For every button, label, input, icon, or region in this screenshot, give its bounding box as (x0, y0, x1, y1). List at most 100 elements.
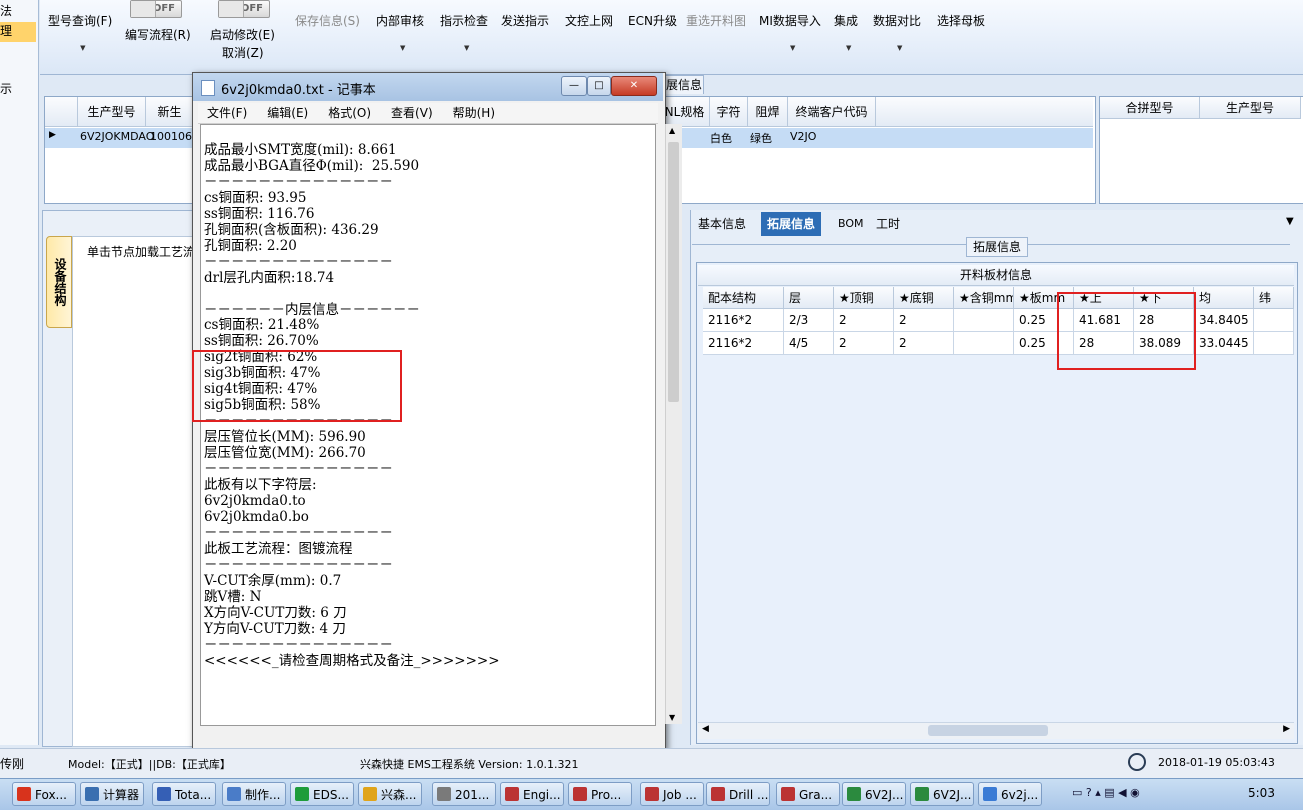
toolbar-button[interactable]: 编写流程(R) (125, 26, 191, 43)
section-label: 拓展信息 (966, 237, 1028, 257)
menu-item[interactable]: 查看(V) (391, 106, 433, 120)
table-cell[interactable]: 2/3 (784, 309, 834, 332)
column-header[interactable]: 生产型号 (78, 97, 146, 127)
taskbar-clock[interactable]: 5:03 (1248, 786, 1275, 800)
menu-item[interactable]: 格式(O) (328, 106, 371, 120)
column-header[interactable]: 纬 (1254, 287, 1294, 309)
column-header[interactable]: 均 (1194, 287, 1254, 309)
table-cell[interactable] (1254, 332, 1294, 355)
dropdown-arrow-icon[interactable]: ▼ (897, 44, 902, 52)
column-header[interactable]: 字符 (710, 97, 748, 127)
tab-bom[interactable]: BOM (832, 212, 870, 236)
table-cell[interactable] (954, 332, 1014, 355)
scroll-thumb[interactable] (668, 142, 679, 402)
table-cell[interactable]: 2 (834, 309, 894, 332)
column-header[interactable]: 配本结构 (703, 287, 784, 309)
column-header[interactable]: 生产型号 (1200, 97, 1301, 119)
dropdown-arrow-icon[interactable]: ▼ (464, 44, 469, 52)
toolbar-button[interactable]: 保存信息(S) (295, 12, 360, 29)
scroll-left-icon[interactable]: ◀ (702, 724, 709, 734)
taskbar-button[interactable]: EDS... (290, 782, 354, 806)
h-scrollbar[interactable]: ◀ ▶ (698, 722, 1294, 739)
dropdown-arrow-icon[interactable]: ▼ (80, 44, 85, 52)
toolbar-button[interactable]: 集成 ▼ (834, 12, 858, 52)
tab-ext-info[interactable]: 拓展信息 (761, 212, 822, 236)
left-nav-item[interactable]: 法 (0, 2, 12, 19)
column-header[interactable]: ★含铜mm (954, 287, 1014, 309)
taskbar-button[interactable]: Pro... (568, 782, 632, 806)
taskbar-button[interactable]: 制作... (222, 782, 286, 806)
table-cell[interactable]: 33.0445 (1194, 332, 1254, 355)
app-icon (85, 787, 99, 801)
taskbar-button[interactable]: Job ... (640, 782, 704, 806)
table-cell[interactable]: 2 (834, 332, 894, 355)
start-modify-toggle[interactable]: OFF (218, 0, 270, 18)
taskbar-button[interactable]: Engi... (500, 782, 564, 806)
column-header[interactable]: ★顶铜 (834, 287, 894, 309)
table-cell[interactable]: 2116*2 (703, 332, 784, 355)
column-header[interactable]: 终端客户代码 (788, 97, 876, 127)
toolbar-button[interactable]: 文控上网 (565, 12, 613, 29)
table-cell[interactable]: 2 (894, 309, 954, 332)
menu-item[interactable]: 编辑(E) (267, 106, 308, 120)
table-cell[interactable] (1254, 309, 1294, 332)
ext-info-tab[interactable]: 展信息 (664, 75, 704, 94)
menu-item[interactable]: 文件(F) (207, 106, 247, 120)
toolbar-button[interactable]: 重选开料图 (686, 12, 746, 29)
v-scrollbar[interactable]: ▲ ▼ (665, 124, 682, 724)
column-header[interactable]: NL规格 (660, 97, 710, 127)
dropdown-arrow-icon[interactable]: ▼ (790, 44, 795, 52)
maximize-icon[interactable]: □ (587, 76, 611, 96)
taskbar-button[interactable]: Tota... (152, 782, 216, 806)
taskbar-button[interactable]: 计算器 (80, 782, 144, 806)
toolbar-button[interactable]: 发送指示 (501, 12, 549, 29)
taskbar-button[interactable]: 6V2J... (910, 782, 974, 806)
dropdown-arrow-icon[interactable]: ▼ (846, 44, 851, 52)
toolbar-button[interactable]: 内部审核 ▼ (376, 12, 424, 52)
toolbar-button[interactable]: 启动修改(E) (210, 26, 275, 43)
process-tree[interactable]: 单击节点加载工艺流 (72, 236, 195, 747)
app-icon (505, 787, 519, 801)
tab-basic-info[interactable]: 基本信息 (692, 212, 752, 236)
table-cell[interactable]: 2116*2 (703, 309, 784, 332)
write-flow-toggle[interactable]: OFF (130, 0, 182, 18)
toolbar-button[interactable]: 选择母板 (937, 12, 985, 29)
taskbar-button[interactable]: 6V2J... (842, 782, 906, 806)
scroll-down-icon[interactable]: ▼ (669, 713, 675, 722)
column-header[interactable]: 阻焊 (748, 97, 788, 127)
taskbar-button[interactable]: 6v2j... (978, 782, 1042, 806)
minimize-icon[interactable]: — (561, 76, 587, 96)
toolbar-button[interactable]: 数据对比 ▼ (873, 12, 921, 52)
column-header[interactable]: 新生 (146, 97, 194, 127)
toolbar-button[interactable]: MI数据导入 ▼ (759, 12, 821, 52)
table-cell[interactable]: 34.8405 (1194, 309, 1254, 332)
scroll-up-icon[interactable]: ▲ (669, 126, 675, 135)
scroll-right-icon[interactable]: ▶ (1283, 724, 1290, 734)
tab-dropdown-icon[interactable]: ▼ (1286, 216, 1294, 227)
menu-item[interactable]: 帮助(H) (453, 106, 495, 120)
close-icon[interactable]: ✕ (611, 76, 657, 96)
taskbar-button[interactable]: Gra... (776, 782, 840, 806)
table-cell[interactable] (954, 309, 1014, 332)
scroll-thumb[interactable] (928, 725, 1048, 736)
toolbar-button[interactable]: 型号查询(F) ▼ (48, 12, 112, 52)
tab-work-hours[interactable]: 工时 (870, 212, 906, 236)
column-header[interactable]: 合拼型号 (1100, 97, 1200, 119)
column-header[interactable]: 层 (784, 287, 834, 309)
toolbar-button[interactable]: 指示检查 ▼ (440, 12, 488, 52)
notepad-text-area[interactable]: 成品最小SMT宽度(mil): 8.661 成品最小BGA直径Φ(mil): 2… (200, 124, 656, 726)
left-nav-item[interactable]: 示 (0, 80, 12, 97)
left-nav-item-active[interactable]: 理 (0, 22, 36, 42)
device-structure-tab[interactable]: 设备结构 (46, 236, 72, 328)
taskbar-button[interactable]: Drill ... (706, 782, 770, 806)
taskbar-button[interactable]: Fox... (12, 782, 76, 806)
toolbar-button[interactable]: ECN升级 (628, 12, 677, 29)
column-header[interactable]: ★底铜 (894, 287, 954, 309)
tray-icons[interactable]: ▭ ? ▴ ▤ ◀ ◉ (1072, 786, 1140, 799)
table-cell[interactable]: 2 (894, 332, 954, 355)
dropdown-arrow-icon[interactable]: ▼ (400, 44, 405, 52)
table-cell[interactable]: 4/5 (784, 332, 834, 355)
taskbar-button[interactable]: 兴森... (358, 782, 422, 806)
taskbar-button[interactable]: 201... (432, 782, 496, 806)
cancel-button[interactable]: 取消(Z) (222, 44, 264, 61)
